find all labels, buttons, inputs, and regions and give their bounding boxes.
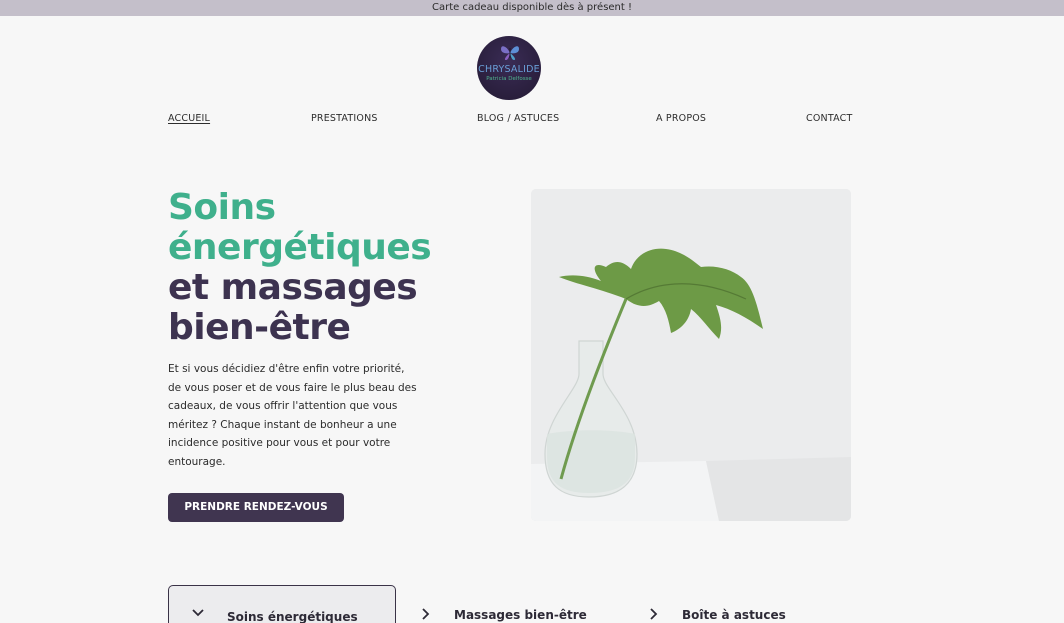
tab-label: Soins énergétiques [227, 610, 358, 623]
hero-image-plant-vase [531, 189, 851, 521]
chevron-right-icon [422, 608, 430, 623]
tab-massages-bien-etre[interactable]: Massages bien-être [420, 585, 620, 623]
logo-subtitle: Patricia Delfosse [486, 76, 532, 82]
nav-contact[interactable]: CONTACT [806, 113, 852, 124]
chevron-down-icon [192, 606, 204, 620]
nav-blog-astuces[interactable]: BLOG / ASTUCES [477, 113, 559, 124]
book-appointment-button[interactable]: PRENDRE RENDEZ-VOUS [168, 493, 344, 522]
hero-title-line3: et massages [168, 267, 418, 308]
butterfly-icon [501, 46, 519, 60]
site-logo[interactable]: CHRYSALIDE Patricia Delfosse [477, 36, 541, 100]
tab-label: Massages bien-être [454, 608, 587, 622]
nav-accueil[interactable]: ACCUEIL [168, 113, 210, 124]
hero-title-line2: énergétiques [168, 227, 432, 268]
nav-prestations[interactable]: PRESTATIONS [311, 113, 378, 124]
hero-title: Soins énergétiques et massages bien-être [168, 188, 468, 348]
nav-a-propos[interactable]: A PROPOS [656, 113, 706, 124]
tab-boite-a-astuces[interactable]: Boîte à astuces [648, 585, 848, 623]
hero-title-line4: bien-être [168, 307, 351, 348]
hero-description: Et si vous décidiez d'être enfin votre p… [168, 363, 417, 468]
announcement-bar: Carte cadeau disponible dès à présent ! [0, 0, 1064, 16]
logo-name: CHRYSALIDE [478, 64, 540, 75]
tab-label: Boîte à astuces [682, 608, 786, 622]
hero-title-line1: Soins [168, 187, 276, 228]
chevron-right-icon [650, 608, 658, 623]
tab-soins-energetiques[interactable]: Soins énergétiques [168, 585, 396, 623]
